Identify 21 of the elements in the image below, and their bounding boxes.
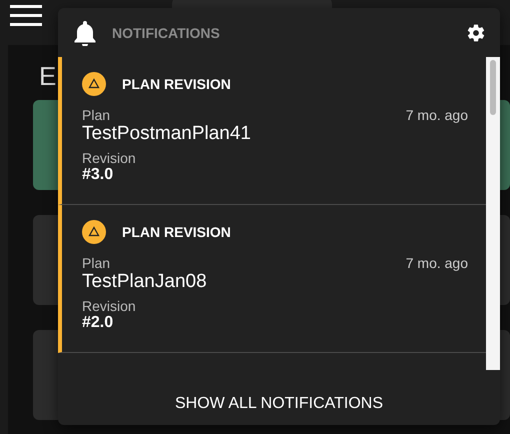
warning-icon — [82, 72, 106, 96]
field-value: #3.0 — [82, 166, 114, 184]
field-label: Revision — [82, 150, 136, 166]
menu-icon[interactable] — [10, 4, 42, 26]
popup-title: NOTIFICATIONS — [112, 24, 220, 40]
warning-icon — [82, 220, 106, 244]
field-label: Plan — [82, 107, 110, 123]
show-all-button[interactable]: SHOW ALL NOTIFICATIONS — [164, 388, 394, 418]
field-value: #2.0 — [82, 314, 114, 332]
field-label: Revision — [82, 298, 136, 314]
settings-icon[interactable] — [466, 22, 486, 42]
field-label: Plan — [82, 255, 110, 271]
notification-time: 7 mo. ago — [406, 107, 468, 123]
page-title: E — [39, 61, 56, 91]
notification-time: 7 mo. ago — [406, 255, 468, 271]
notification-category: PLAN REVISION — [122, 224, 231, 240]
field-value: TestPlanJan08 — [82, 271, 208, 293]
notification-category: PLAN REVISION — [122, 76, 231, 92]
scrollbar-thumb[interactable] — [490, 60, 496, 115]
bell-icon — [74, 20, 96, 46]
field-value: TestPostmanPlan41 — [82, 123, 252, 145]
